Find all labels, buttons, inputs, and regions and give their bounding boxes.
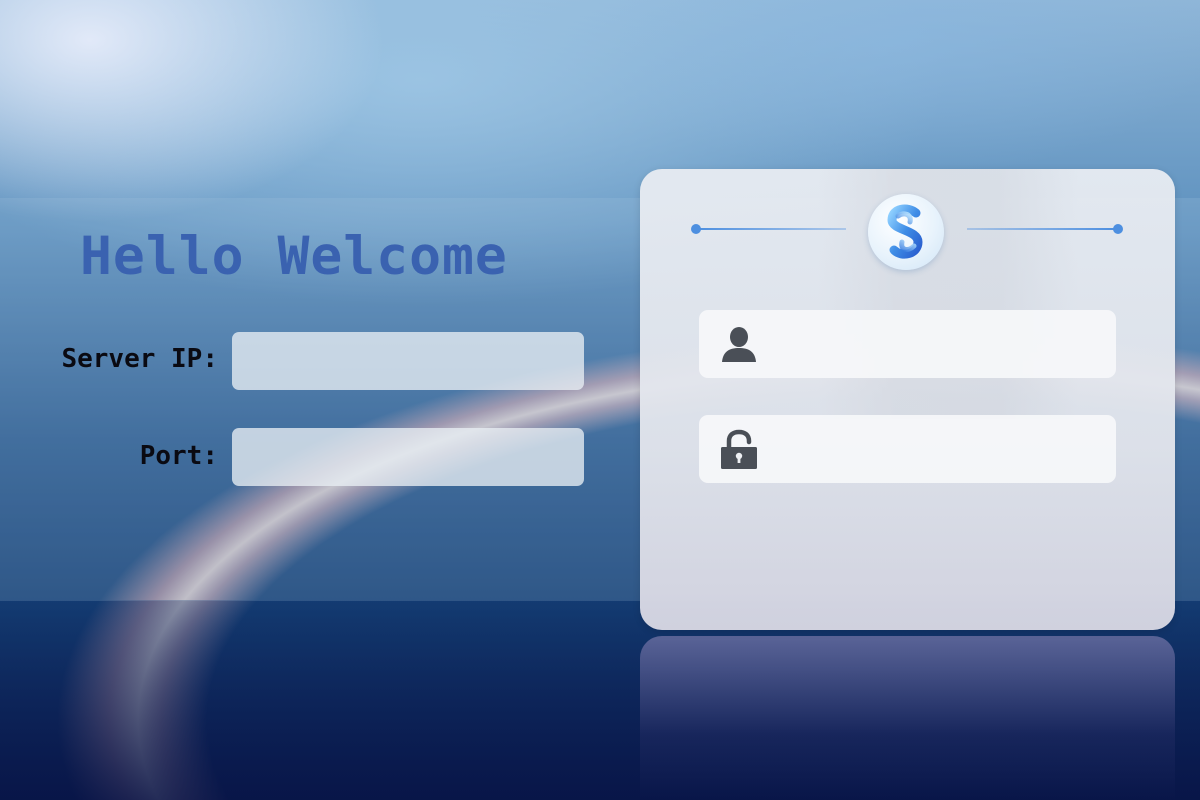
server-ip-input[interactable] <box>232 332 584 390</box>
decorative-dot-left <box>691 224 701 234</box>
welcome-title: Hello Welcome <box>80 226 508 287</box>
decorative-line-left <box>696 228 846 230</box>
password-input[interactable] <box>771 415 1101 483</box>
port-label: Port: <box>139 441 218 471</box>
login-card-reflection <box>640 636 1175 800</box>
user-icon <box>719 324 759 364</box>
lock-icon <box>719 429 759 469</box>
login-card <box>640 169 1175 630</box>
card-shade <box>818 169 1078 419</box>
password-field[interactable] <box>699 415 1116 483</box>
port-input[interactable] <box>232 428 584 486</box>
decorative-line-right <box>967 228 1117 230</box>
username-field[interactable] <box>699 310 1116 378</box>
decorative-dot-right <box>1113 224 1123 234</box>
server-ip-label: Server IP: <box>61 344 218 374</box>
username-input[interactable] <box>771 310 1101 378</box>
s-logo-icon <box>868 194 944 270</box>
